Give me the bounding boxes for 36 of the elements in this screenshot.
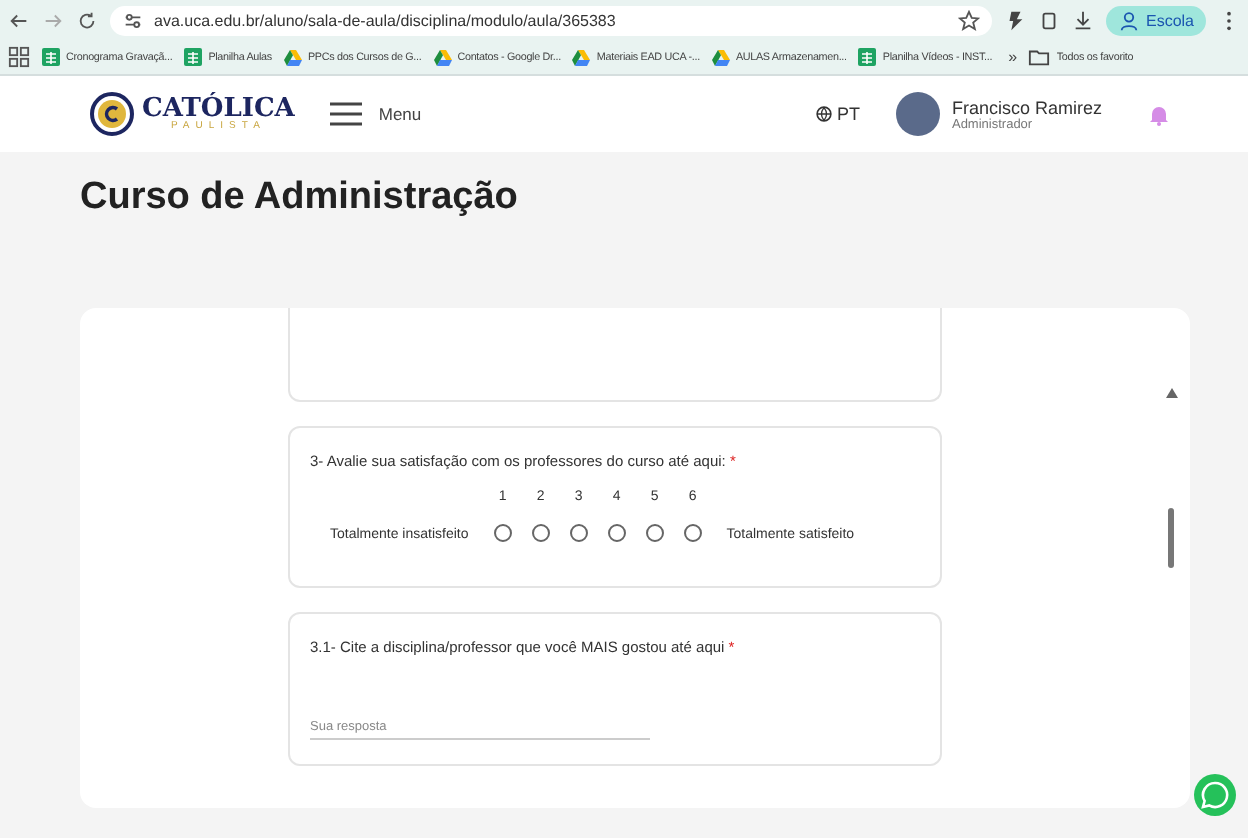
radio-button[interactable] xyxy=(645,524,664,542)
logo-text: CATÓLICA xyxy=(142,96,295,122)
site-settings-icon xyxy=(122,9,144,31)
user-name: Francisco Ramirez xyxy=(951,97,1102,117)
profile-chip[interactable]: Escola xyxy=(1105,5,1206,35)
logo-emblem-icon xyxy=(90,92,134,136)
url-text: ava.uca.edu.br/aluno/sala-de-aula/disciplina/modulo/aula/365383 xyxy=(154,11,616,29)
folder-icon xyxy=(1028,46,1051,68)
drive-icon xyxy=(572,49,591,65)
spreadsheet-icon xyxy=(42,48,60,66)
language-selector[interactable]: PT xyxy=(816,104,860,124)
menu-icon[interactable] xyxy=(330,102,363,126)
reload-icon[interactable] xyxy=(76,9,98,31)
spreadsheet-icon xyxy=(184,48,203,66)
spreadsheet-icon xyxy=(858,48,877,66)
apps-grid-icon[interactable] xyxy=(8,46,30,68)
download-icon[interactable] xyxy=(1071,9,1094,31)
page-title: Curso de Administração xyxy=(80,176,520,220)
drive-icon xyxy=(283,49,302,65)
menu-label[interactable]: Menu xyxy=(378,104,422,124)
person-icon xyxy=(1117,9,1140,31)
drive-icon xyxy=(433,49,452,65)
address-bar[interactable]: ava.uca.edu.br/aluno/sala-de-aula/disciplina/modulo/aula/365383 xyxy=(110,5,992,35)
radio-button[interactable] xyxy=(569,524,588,542)
more-bookmarks-button[interactable]: » xyxy=(1008,48,1017,66)
scroll-up-icon[interactable] xyxy=(1166,388,1178,398)
radio-button[interactable] xyxy=(607,524,626,542)
scrollbar-thumb[interactable] xyxy=(1168,508,1174,568)
drive-icon xyxy=(711,49,730,65)
star-icon[interactable] xyxy=(957,9,980,31)
radio-button[interactable] xyxy=(493,524,512,542)
radio-button[interactable] xyxy=(531,524,550,542)
globe-icon xyxy=(816,106,833,122)
back-icon[interactable] xyxy=(8,9,30,31)
radio-button[interactable] xyxy=(683,524,702,542)
avatar[interactable] xyxy=(895,92,940,136)
